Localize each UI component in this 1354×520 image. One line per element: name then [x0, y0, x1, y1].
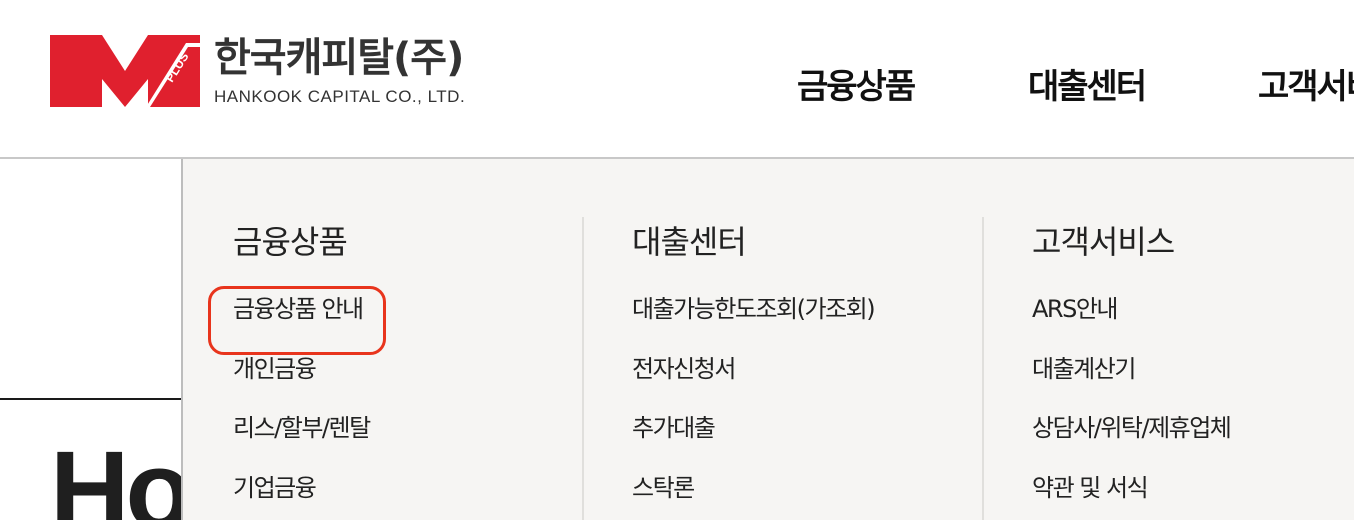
menu-item-corporate-finance[interactable]: 기업금융	[233, 468, 370, 520]
menu-list: 대출가능한도조회(가조회) 전자신청서 추가대출 스탁론	[632, 289, 876, 520]
page-divider	[0, 398, 182, 400]
menu-list: 금융상품 안내 개인금융 리스/할부/렌탈 기업금융	[233, 289, 371, 520]
menu-item-loan-limit-inquiry[interactable]: 대출가능한도조회(가조회)	[632, 289, 876, 349]
gnb-customer-service[interactable]: 고객서비	[1258, 62, 1354, 112]
menu-item-financial-products-guide[interactable]: 금융상품 안내	[233, 289, 370, 349]
menu-list: ARS안내 대출계산기 상담사/위탁/제휴업체 약관 및 서식	[1032, 289, 1232, 520]
menu-item-terms-forms[interactable]: 약관 및 서식	[1032, 468, 1230, 520]
site-header: PLUS 한국캐피탈(주) HANKOOK CAPITAL CO., LTD. …	[0, 0, 1354, 159]
menu-column-financial-products: 금융상품 금융상품 안내 개인금융 리스/할부/렌탈 기업금융	[183, 217, 583, 520]
menu-column-title[interactable]: 고객서비스	[1032, 217, 1175, 267]
menu-item-ars-guide[interactable]: ARS안내	[1032, 289, 1230, 349]
menu-item-lease-installment-rental[interactable]: 리스/할부/렌탈	[233, 408, 371, 468]
menu-item-loan-calculator[interactable]: 대출계산기	[1032, 349, 1230, 409]
page-heading: Ho	[50, 429, 193, 520]
gnb-loan-center[interactable]: 대출센터	[1028, 62, 1147, 112]
global-nav: 금융상품 대출센터 고객서비	[0, 62, 1354, 112]
menu-column-title[interactable]: 금융상품	[233, 217, 348, 267]
menu-column-customer-service: 고객서비스 ARS안내 대출계산기 상담사/위탁/제휴업체 약관 및 서식	[982, 217, 1354, 520]
menu-item-stock-loan[interactable]: 스탁론	[632, 468, 874, 520]
menu-item-e-application[interactable]: 전자신청서	[632, 349, 874, 409]
gnb-financial-products[interactable]: 금융상품	[797, 62, 916, 112]
menu-item-additional-loan[interactable]: 추가대출	[632, 408, 874, 468]
menu-item-personal-finance[interactable]: 개인금융	[233, 349, 370, 409]
menu-column-title[interactable]: 대출센터	[632, 217, 747, 267]
mega-menu: 금융상품 금융상품 안내 개인금융 리스/할부/렌탈 기업금융 대출센터 대출가…	[181, 159, 1354, 520]
menu-item-partners[interactable]: 상담사/위탁/제휴업체	[1032, 408, 1232, 468]
menu-column-loan-center: 대출센터 대출가능한도조회(가조회) 전자신청서 추가대출 스탁론	[582, 217, 982, 520]
